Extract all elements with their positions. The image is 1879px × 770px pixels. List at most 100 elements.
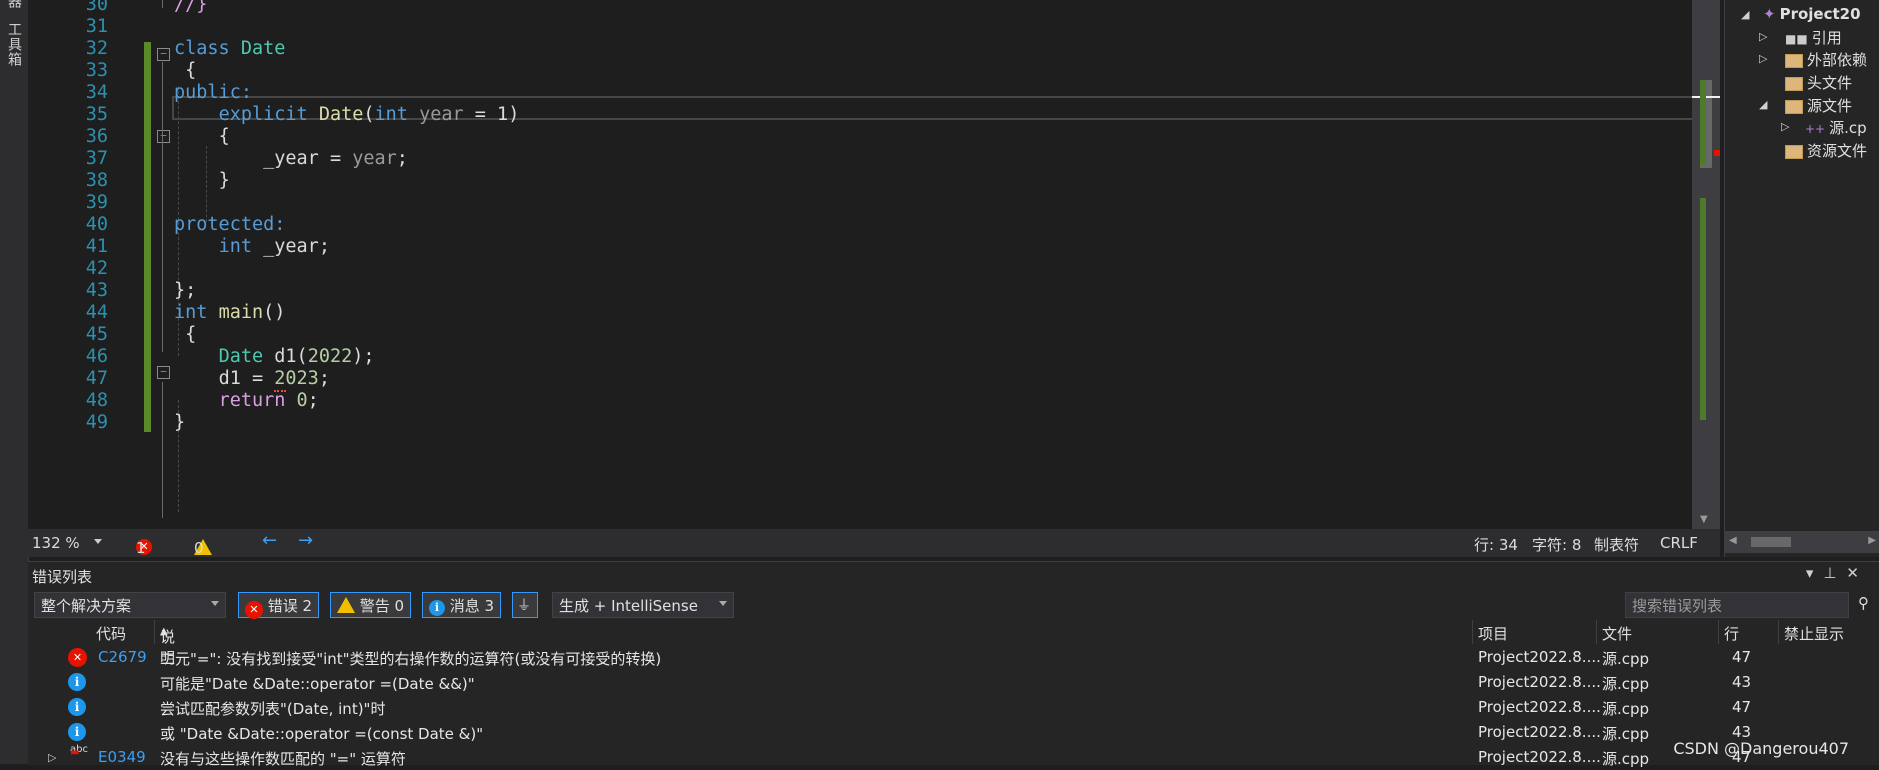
intellisense-error-icon: abc ▬ (70, 744, 88, 758)
error-code[interactable]: E0349 (98, 748, 146, 766)
column-code[interactable]: 代码 (96, 623, 126, 644)
fold-toggle[interactable]: − (157, 48, 170, 61)
column-file[interactable]: 文件 (1602, 623, 1632, 644)
line-number: 38 (85, 170, 108, 191)
code-line: { (185, 324, 197, 345)
column-project[interactable]: 项目 (1478, 623, 1508, 644)
zoom-dropdown-icon[interactable] (94, 539, 102, 544)
code-line: d1 = 2023; (218, 368, 330, 389)
editor-status-bar: 132 % ✕ 1 0 ← → 行: 34 字符: 8 制表符 CRLF (28, 529, 1720, 557)
messages-filter-button[interactable]: i 消息 3 (422, 592, 502, 618)
warning-count: 0 (194, 539, 204, 557)
chevron-down-icon (719, 601, 727, 606)
scroll-right-icon[interactable]: ▶ (1868, 535, 1876, 546)
error-code[interactable]: C2679 (98, 648, 147, 666)
line-number: 37 (85, 148, 108, 169)
folder-icon (1785, 144, 1803, 159)
line-number: 32 (85, 38, 108, 59)
code-line: { (185, 60, 197, 81)
table-row[interactable]: ▷ abc ▬ E0349 没有与这些操作数匹配的 "=" 运算符 Project… (28, 745, 1879, 770)
close-icon[interactable]: ✕ (1846, 564, 1869, 582)
filter-icon: ⏚ (517, 598, 531, 614)
tree-item-source-files[interactable]: 源文件 (1785, 95, 1852, 116)
line-ending-indicator[interactable]: CRLF (1660, 534, 1698, 552)
scope-value: 整个解决方案 (41, 597, 132, 615)
error-line: 47 (1732, 698, 1752, 716)
error-file: 源.cpp (1602, 750, 1650, 768)
info-icon: i (68, 673, 86, 691)
navigate-forward-icon[interactable]: → (298, 530, 313, 551)
line-number: 46 (85, 346, 108, 367)
table-row[interactable]: ✕ C2679 二元"=": 没有找到接受"int"类型的右操作数的运算符(或没… (28, 645, 1879, 670)
collapse-arrow-icon[interactable]: ◢ (1741, 8, 1749, 21)
fold-toggle[interactable]: − (157, 130, 170, 143)
error-description: 没有与这些操作数匹配的 "=" 运算符 (160, 750, 406, 768)
error-marker (1714, 150, 1720, 156)
line-number: 31 (85, 16, 108, 37)
error-project: Project2022.8.... (1478, 748, 1601, 766)
code-line: return 0; (218, 390, 319, 411)
tree-item-project[interactable]: ✦ Project20 (1763, 5, 1861, 23)
char-indicator: 字符: 8 (1532, 536, 1582, 554)
editor-vertical-scrollbar[interactable]: ▼ (1692, 0, 1720, 529)
errors-filter-label: 错误 2 (267, 597, 313, 615)
error-line: 43 (1732, 673, 1752, 691)
line-indicator: 行: 34 (1474, 536, 1518, 554)
line-number: 36 (85, 126, 108, 147)
code-line: //} (174, 0, 208, 15)
tree-item-external-deps[interactable]: 外部依赖 (1785, 49, 1867, 70)
source-dropdown[interactable]: 生成 + IntelliSense (552, 592, 734, 618)
code-line: public: (174, 82, 252, 103)
fold-toggle[interactable]: − (157, 366, 170, 379)
error-file: 源.cpp (1602, 700, 1650, 718)
sort-ascending-icon: ▲ (160, 626, 168, 637)
folder-icon (1785, 76, 1803, 91)
scrollbar-thumb[interactable] (1751, 537, 1791, 547)
warnings-filter-button[interactable]: 警告 0 (330, 592, 412, 618)
scope-dropdown[interactable]: 整个解决方案 (34, 592, 226, 618)
solution-explorer-horizontal-scrollbar[interactable]: ◀ ▶ (1725, 531, 1879, 553)
scope-guide (162, 0, 163, 8)
references-icon: ■■ (1785, 32, 1808, 46)
info-icon: i (68, 723, 86, 741)
line-number: 35 (85, 104, 108, 125)
tab-indicator[interactable]: 制表符 (1594, 534, 1639, 555)
column-suppress[interactable]: 禁止显示 (1784, 623, 1848, 644)
table-row[interactable]: i 或 "Date &Date::operator =(const Date &… (28, 720, 1879, 745)
search-input[interactable]: 搜索错误列表 (1625, 592, 1849, 618)
expand-arrow-icon[interactable]: ▷ (48, 751, 56, 764)
tree-item-header-files[interactable]: 头文件 (1785, 72, 1852, 93)
collapse-arrow-icon[interactable]: ◢ (1759, 98, 1767, 111)
error-description: 可能是"Date &Date::operator =(Date &&)" (160, 675, 475, 693)
zoom-level[interactable]: 132 % (32, 534, 80, 552)
clear-filter-button[interactable]: ⏚ (512, 592, 538, 618)
toolbox-strip[interactable]: 器 工具箱 (0, 0, 29, 764)
change-indicator-bar (144, 42, 151, 432)
expand-arrow-icon[interactable]: ▷ (1759, 30, 1767, 43)
panel-menu-icon[interactable]: ▾ (1806, 564, 1824, 582)
table-row[interactable]: i 尝试匹配参数列表"(Date, int)"时 Project2022.8..… (28, 695, 1879, 720)
line-number: 45 (85, 324, 108, 345)
tree-item-source-cpp[interactable]: ++ 源.cp (1805, 117, 1867, 138)
table-row[interactable]: i 可能是"Date &Date::operator =(Date &&)" P… (28, 670, 1879, 695)
code-editor[interactable]: 30 31 32 33 34 35 36 37 38 39 40 41 42 4… (28, 0, 1720, 529)
pin-icon[interactable]: ⊥ (1823, 564, 1846, 582)
folder-icon (1785, 99, 1803, 114)
error-project: Project2022.8.... (1478, 648, 1601, 666)
column-line[interactable]: 行 (1724, 623, 1739, 644)
tree-item-resource-files[interactable]: 资源文件 (1785, 140, 1867, 161)
error-icon: ✕ (245, 601, 263, 619)
errors-filter-button[interactable]: ✕ 错误 2 (238, 592, 320, 619)
error-list-header: 代码 说明 ▲ 项目 文件 行 禁止显示 (28, 620, 1879, 667)
navigate-back-icon[interactable]: ← (262, 530, 277, 551)
search-icon[interactable]: ⚲ (1858, 594, 1869, 612)
scroll-down-icon[interactable]: ▼ (1700, 514, 1708, 525)
tree-item-references[interactable]: ■■ 引用 (1785, 27, 1842, 48)
error-project: Project2022.8.... (1478, 698, 1601, 716)
expand-arrow-icon[interactable]: ▷ (1759, 52, 1767, 65)
expand-arrow-icon[interactable]: ▷ (1781, 120, 1789, 133)
scroll-left-icon[interactable]: ◀ (1729, 535, 1737, 546)
line-number: 47 (85, 368, 108, 389)
error-description: 尝试匹配参数列表"(Date, int)"时 (160, 700, 386, 718)
toolbox-label[interactable]: 工具箱 (4, 22, 24, 67)
